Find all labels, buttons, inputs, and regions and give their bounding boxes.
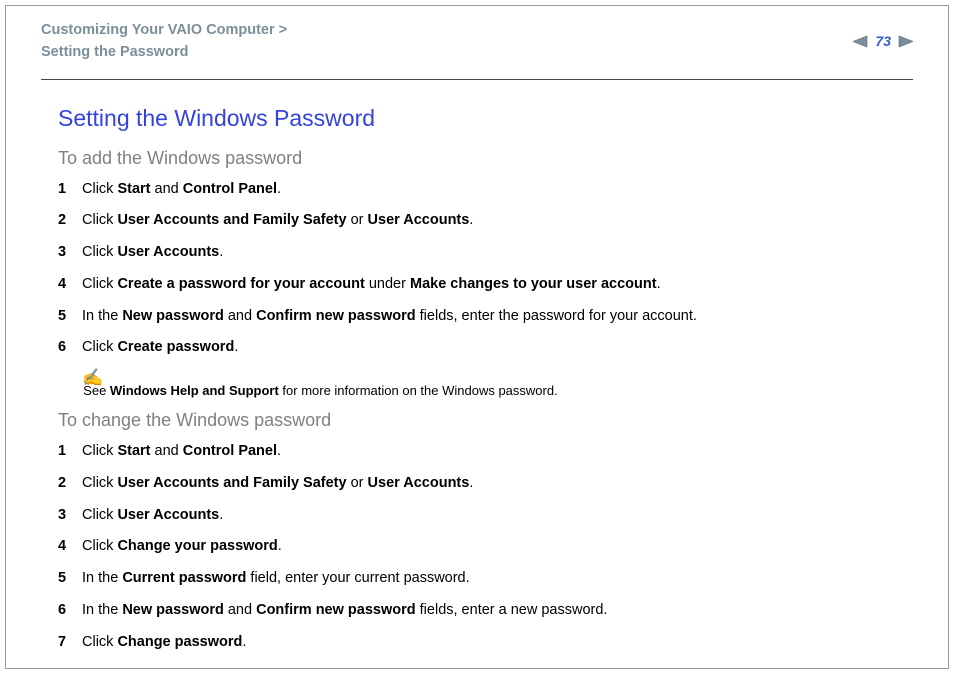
note-text-post: for more information on the Windows pass… — [279, 383, 558, 398]
step-text: Click User Accounts and Family Safety or… — [82, 473, 473, 495]
step-text: Click Change your password. — [82, 536, 282, 558]
step-text: Click Create a password for your account… — [82, 274, 661, 296]
prev-page-icon[interactable] — [853, 35, 869, 48]
step-number: 7 — [58, 632, 82, 654]
step-item: 5In the New password and Confirm new pas… — [58, 306, 913, 328]
steps-add: 1Click Start and Control Panel.2Click Us… — [58, 179, 913, 360]
breadcrumb: Customizing Your VAIO Computer > Setting… — [41, 20, 853, 63]
step-number: 1 — [58, 441, 82, 463]
note-text-bold: Windows Help and Support — [110, 383, 279, 398]
page-frame: Customizing Your VAIO Computer > Setting… — [5, 5, 949, 669]
step-number: 4 — [58, 536, 82, 558]
step-text: Click Create password. — [82, 337, 238, 359]
step-text: Click Change password. — [82, 632, 246, 654]
step-item: 3Click User Accounts. — [58, 505, 913, 527]
step-number: 5 — [58, 306, 82, 328]
page-number: 73 — [875, 33, 891, 49]
step-item: 7Click Change password. — [58, 632, 913, 654]
content: Setting the Windows Password To add the … — [6, 80, 948, 654]
step-item: 2Click User Accounts and Family Safety o… — [58, 473, 913, 495]
step-item: 6Click Create password. — [58, 337, 913, 359]
step-item: 3Click User Accounts. — [58, 242, 913, 264]
step-text: Click User Accounts. — [82, 505, 223, 527]
step-number: 3 — [58, 505, 82, 527]
step-item: 1Click Start and Control Panel. — [58, 441, 913, 463]
breadcrumb-line1: Customizing Your VAIO Computer > — [41, 20, 853, 40]
step-number: 2 — [58, 473, 82, 495]
subheading-add: To add the Windows password — [58, 148, 913, 169]
page-nav: 73 — [853, 33, 913, 49]
step-text: Click Start and Control Panel. — [82, 441, 281, 463]
page-title: Setting the Windows Password — [58, 105, 913, 132]
step-number: 5 — [58, 568, 82, 590]
step-text: Click User Accounts and Family Safety or… — [82, 210, 473, 232]
step-number: 3 — [58, 242, 82, 264]
step-item: 4Click Change your password. — [58, 536, 913, 558]
step-text: In the New password and Confirm new pass… — [82, 306, 697, 328]
step-item: 2Click User Accounts and Family Safety o… — [58, 210, 913, 232]
steps-change: 1Click Start and Control Panel.2Click Us… — [58, 441, 913, 653]
header: Customizing Your VAIO Computer > Setting… — [6, 6, 948, 73]
step-text: Click User Accounts. — [82, 242, 223, 264]
subheading-change: To change the Windows password — [58, 410, 913, 431]
step-number: 6 — [58, 337, 82, 359]
breadcrumb-line2: Setting the Password — [41, 42, 853, 62]
step-item: 4Click Create a password for your accoun… — [58, 274, 913, 296]
note: ✍ See Windows Help and Support for more … — [82, 369, 913, 398]
step-number: 2 — [58, 210, 82, 232]
next-page-icon[interactable] — [897, 35, 913, 48]
step-text: In the Current password field, enter you… — [82, 568, 470, 590]
step-number: 1 — [58, 179, 82, 201]
step-text: Click Start and Control Panel. — [82, 179, 281, 201]
step-item: 5In the Current password field, enter yo… — [58, 568, 913, 590]
step-text: In the New password and Confirm new pass… — [82, 600, 607, 622]
step-item: 6In the New password and Confirm new pas… — [58, 600, 913, 622]
step-number: 4 — [58, 274, 82, 296]
step-item: 1Click Start and Control Panel. — [58, 179, 913, 201]
step-number: 6 — [58, 600, 82, 622]
note-text-pre: See — [83, 383, 110, 398]
